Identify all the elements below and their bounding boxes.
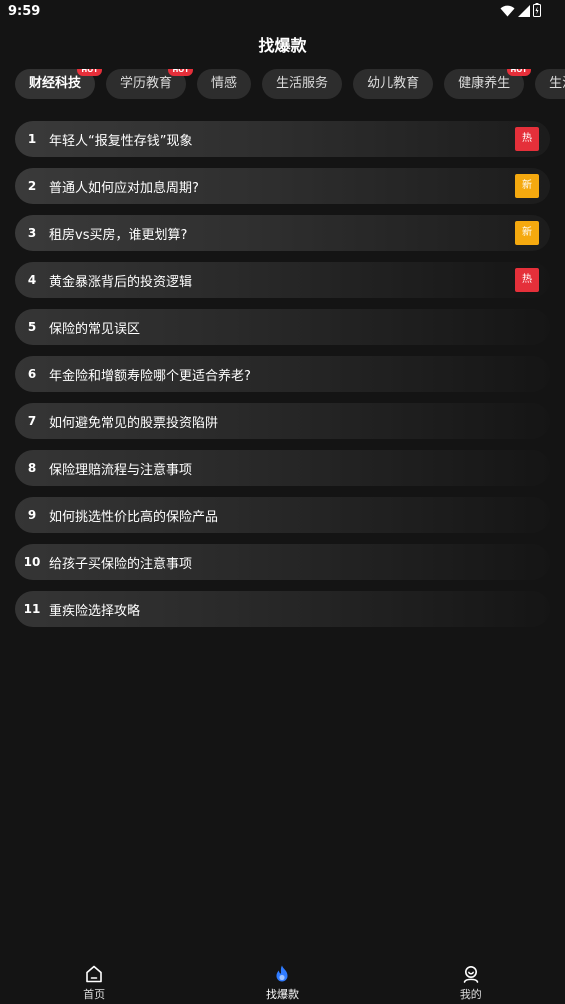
topic-rank: 4 (27, 273, 37, 287)
nav-home[interactable]: 首页 (0, 958, 188, 1004)
hot-badge: HOT (506, 69, 532, 76)
status-bar: 9:59 (0, 0, 565, 24)
nav-mine-label: 我的 (459, 988, 482, 1001)
category-chip-label: 生活服务 (276, 76, 329, 91)
hot-tag: 热 (515, 127, 539, 151)
category-tabs: 财经科技HOT学历教育HOT情感生活服务幼儿教育健康养生HOT生活购物 (15, 69, 565, 103)
topic-rank: 6 (27, 367, 37, 381)
category-chip[interactable]: 健康养生 HOT (444, 69, 532, 99)
category-chip-label: 健康养生 (458, 76, 511, 91)
topic-rank: 9 (27, 508, 37, 522)
topic-row[interactable]: 10 给孩子买保险的注意事项 (15, 544, 550, 580)
flame-icon (272, 964, 292, 984)
category-chip-label: 情感 (211, 76, 238, 91)
status-time: 9:59 (8, 4, 41, 19)
topic-title: 重疾险选择攻略 (49, 603, 141, 619)
category-chip[interactable]: 情感 (197, 69, 252, 99)
user-icon (461, 964, 481, 984)
new-tag: 新 (515, 221, 539, 245)
topic-title: 年轻人“报复性存钱”现象 (49, 133, 193, 149)
topic-rank: 1 (27, 132, 37, 146)
topic-rank: 5 (27, 320, 37, 334)
category-chip-label: 生活购物 (549, 76, 565, 91)
topic-title: 保险的常见误区 (49, 321, 141, 337)
topic-rank: 11 (23, 602, 41, 616)
hot-badge: HOT (77, 69, 103, 76)
topic-row[interactable]: 11 重疾险选择攻略 (15, 591, 550, 627)
topic-rank: 10 (23, 555, 41, 569)
topic-list: 1 年轻人“报复性存钱”现象热 2 普通人如何应对加息周期? 新 3 租房vs买房，谁更划算… (15, 121, 550, 638)
topic-rank: 8 (27, 461, 37, 475)
topic-title: 年金险和增额寿险哪个更适合养老? (49, 368, 251, 384)
nav-home-label: 首页 (83, 988, 106, 1001)
topic-row[interactable]: 7 如何避免常见的股票投资陷阱 (15, 403, 550, 439)
topic-title: 如何挑选性价比高的保险产品 (49, 509, 219, 525)
page-title: 找爆款 (258, 36, 307, 55)
topic-row[interactable]: 1 年轻人“报复性存钱”现象 热 (15, 121, 550, 157)
wifi-icon (500, 2, 515, 21)
category-chip[interactable]: 学历教育 HOT (106, 69, 194, 99)
topic-row[interactable]: 5 保险的常见误区 (15, 309, 550, 345)
topic-rank: 7 (27, 414, 37, 428)
nav-find-hot[interactable]: 找爆款 (188, 958, 376, 1004)
topic-row[interactable]: 3 租房vs买房，谁更划算? 新 (15, 215, 550, 251)
topic-row[interactable]: 4 黄金暴涨背后的投资逻辑 热 (15, 262, 550, 298)
topic-title: 黄金暴涨背后的投资逻辑 (49, 274, 193, 290)
topic-rank: 3 (27, 226, 37, 240)
topic-row[interactable]: 8 保险理赔流程与注意事项 (15, 450, 550, 486)
app-screen: 9:59 找爆款 财经科技 HOT 学历教育 HOT 情感 生活服务 幼儿教育 健康养生 HOT… (0, 0, 565, 1004)
topic-title: 给孩子买保险的注意事项 (49, 556, 193, 572)
category-chip[interactable]: 生活服务 (262, 69, 343, 99)
category-chip-label: 学历教育 (120, 76, 173, 91)
topic-rank: 2 (27, 179, 37, 193)
category-chip[interactable]: 财经科技 HOT (15, 69, 103, 99)
topic-row[interactable]: 6 年金险和增额寿险哪个更适合养老? (15, 356, 550, 392)
bottom-nav: 首页 找爆款 我的 (0, 958, 565, 1004)
nav-mine[interactable]: 我的 (377, 958, 565, 1004)
category-chip[interactable]: 生活购物 (535, 69, 565, 99)
battery-icon (533, 2, 541, 21)
category-chip[interactable]: 幼儿教育 (353, 69, 434, 99)
signal-icon (518, 2, 530, 21)
topic-title: 保险理赔流程与注意事项 (49, 462, 193, 478)
hot-badge: HOT (168, 69, 194, 76)
topic-row[interactable]: 9 如何挑选性价比高的保险产品 (15, 497, 550, 533)
new-tag: 新 (515, 174, 539, 198)
topic-title: 如何避免常见的股票投资陷阱 (49, 415, 219, 431)
topic-title: 普通人如何应对加息周期? (49, 180, 199, 196)
category-chip-label: 幼儿教育 (367, 76, 420, 91)
nav-find-hot-label: 找爆款 (265, 988, 299, 1001)
topic-row[interactable]: 2 普通人如何应对加息周期? 新 (15, 168, 550, 204)
hot-tag: 热 (515, 268, 539, 292)
home-icon (84, 964, 104, 984)
category-chip-label: 财经科技 (29, 76, 82, 91)
topic-title: 租房vs买房，谁更划算? (49, 227, 188, 243)
status-icons (500, 2, 541, 21)
